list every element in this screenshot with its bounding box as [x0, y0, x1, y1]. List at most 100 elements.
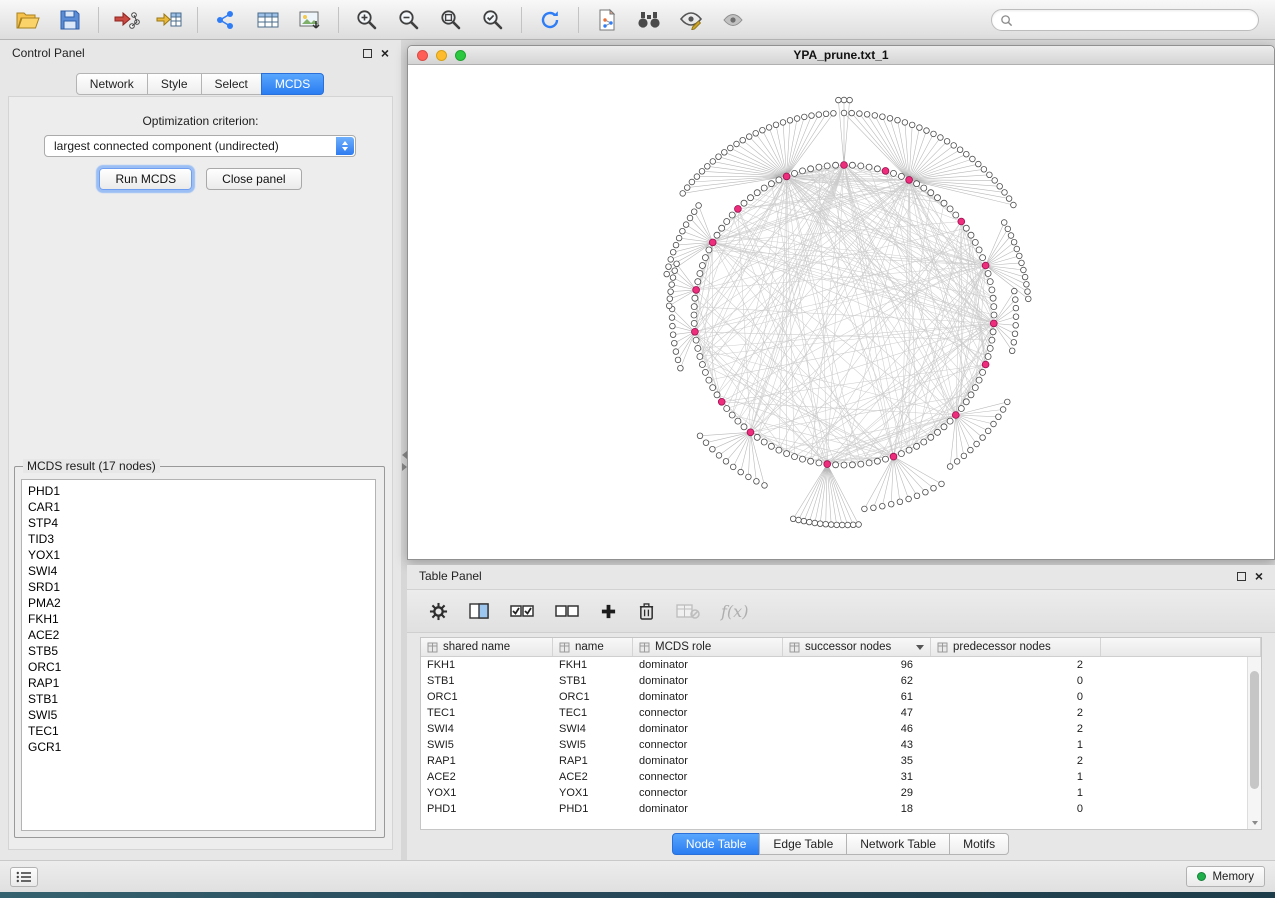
- column-header-name[interactable]: name: [553, 638, 633, 656]
- export-image-button[interactable]: [292, 5, 328, 35]
- tab-motifs[interactable]: Motifs: [949, 833, 1009, 855]
- table-cell[interactable]: SWI5: [553, 737, 633, 753]
- annotation-mode-button[interactable]: [673, 5, 709, 35]
- table-cell[interactable]: 2: [931, 705, 1101, 721]
- delete-column-button[interactable]: [638, 602, 655, 621]
- table-cell[interactable]: ACE2: [553, 769, 633, 785]
- table-cell[interactable]: RAP1: [421, 753, 553, 769]
- mcds-result-item[interactable]: FKH1: [28, 611, 369, 627]
- run-mcds-button[interactable]: Run MCDS: [99, 168, 192, 190]
- table-row[interactable]: FKH1FKH1dominator962: [421, 657, 1261, 673]
- window-close-button[interactable]: [417, 50, 428, 61]
- table-cell[interactable]: STB1: [553, 673, 633, 689]
- table-scrollbar[interactable]: [1247, 657, 1261, 829]
- tab-network[interactable]: Network: [76, 73, 148, 95]
- table-cell[interactable]: dominator: [633, 657, 783, 673]
- table-cell[interactable]: dominator: [633, 689, 783, 705]
- float-panel-icon[interactable]: [1237, 572, 1246, 581]
- tab-select[interactable]: Select: [201, 73, 262, 95]
- table-cell[interactable]: 18: [783, 801, 931, 817]
- collapse-left-icon[interactable]: [402, 451, 407, 459]
- network-window-titlebar[interactable]: YPA_prune.txt_1: [408, 46, 1274, 65]
- collapse-right-icon[interactable]: [402, 463, 407, 471]
- import-table-button[interactable]: [151, 5, 187, 35]
- table-cell[interactable]: 61: [783, 689, 931, 705]
- table-row[interactable]: STB1STB1dominator620: [421, 673, 1261, 689]
- table-cell[interactable]: 43: [783, 737, 931, 753]
- window-minimize-button[interactable]: [436, 50, 447, 61]
- table-cell[interactable]: 62: [783, 673, 931, 689]
- table-cell[interactable]: SWI5: [421, 737, 553, 753]
- table-cell[interactable]: SWI4: [421, 721, 553, 737]
- table-cell[interactable]: ORC1: [421, 689, 553, 705]
- tab-edge-table[interactable]: Edge Table: [759, 833, 847, 855]
- scrollbar-down-arrow[interactable]: [1248, 816, 1261, 829]
- open-button[interactable]: [10, 5, 46, 35]
- table-cell[interactable]: dominator: [633, 673, 783, 689]
- mcds-result-item[interactable]: STP4: [28, 515, 369, 531]
- table-cell[interactable]: dominator: [633, 753, 783, 769]
- table-cell[interactable]: connector: [633, 785, 783, 801]
- mcds-result-item[interactable]: STB5: [28, 643, 369, 659]
- mcds-result-item[interactable]: TID3: [28, 531, 369, 547]
- table-row[interactable]: SWI5SWI5connector431: [421, 737, 1261, 753]
- table-cell[interactable]: 2: [931, 753, 1101, 769]
- table-cell[interactable]: YOX1: [553, 785, 633, 801]
- close-panel-icon[interactable]: ×: [381, 48, 389, 58]
- table-cell[interactable]: RAP1: [553, 753, 633, 769]
- mcds-result-item[interactable]: SRD1: [28, 579, 369, 595]
- table-cell[interactable]: 96: [783, 657, 931, 673]
- table-cell[interactable]: 1: [931, 769, 1101, 785]
- mcds-result-list[interactable]: PHD1CAR1STP4TID3YOX1SWI4SRD1PMA2FKH1ACE2…: [21, 479, 376, 831]
- zoom-selected-button[interactable]: [475, 5, 511, 35]
- mcds-result-item[interactable]: ACE2: [28, 627, 369, 643]
- tab-style[interactable]: Style: [147, 73, 202, 95]
- table-cell[interactable]: 0: [931, 801, 1101, 817]
- table-settings-button[interactable]: [429, 602, 448, 621]
- mcds-result-item[interactable]: SWI4: [28, 563, 369, 579]
- zoom-fit-button[interactable]: [433, 5, 469, 35]
- search-input[interactable]: [1019, 13, 1250, 27]
- mcds-result-item[interactable]: STB1: [28, 691, 369, 707]
- table-cell[interactable]: dominator: [633, 721, 783, 737]
- table-row[interactable]: ORC1ORC1dominator610: [421, 689, 1261, 705]
- table-cell[interactable]: 31: [783, 769, 931, 785]
- table-cell[interactable]: connector: [633, 769, 783, 785]
- mcds-result-item[interactable]: PHD1: [28, 483, 369, 499]
- table-cell[interactable]: 2: [931, 657, 1101, 673]
- table-cell[interactable]: 0: [931, 689, 1101, 705]
- memory-button[interactable]: Memory: [1186, 866, 1265, 887]
- column-header-successor-nodes[interactable]: successor nodes: [783, 638, 931, 656]
- table-cell[interactable]: 2: [931, 721, 1101, 737]
- save-button[interactable]: [52, 5, 88, 35]
- mcds-result-item[interactable]: YOX1: [28, 547, 369, 563]
- table-cell[interactable]: FKH1: [421, 657, 553, 673]
- network-canvas[interactable]: [408, 65, 1274, 559]
- table-cell[interactable]: ACE2: [421, 769, 553, 785]
- new-network-button[interactable]: [208, 5, 244, 35]
- table-cell[interactable]: TEC1: [421, 705, 553, 721]
- mcds-result-item[interactable]: CAR1: [28, 499, 369, 515]
- table-cell[interactable]: STB1: [421, 673, 553, 689]
- tab-network-table[interactable]: Network Table: [846, 833, 950, 855]
- column-header-predecessor-nodes[interactable]: predecessor nodes: [931, 638, 1101, 656]
- criterion-dropdown[interactable]: largest connected component (undirected): [44, 135, 356, 157]
- task-history-button[interactable]: [10, 867, 38, 887]
- table-cell[interactable]: dominator: [633, 801, 783, 817]
- tab-mcds[interactable]: MCDS: [261, 73, 324, 95]
- table-row[interactable]: ACE2ACE2connector311: [421, 769, 1261, 785]
- table-cell[interactable]: SWI4: [553, 721, 633, 737]
- refresh-button[interactable]: [532, 5, 568, 35]
- zoom-out-button[interactable]: [391, 5, 427, 35]
- table-row[interactable]: TEC1TEC1connector472: [421, 705, 1261, 721]
- column-header-shared-name[interactable]: shared name: [421, 638, 553, 656]
- zoom-in-button[interactable]: [349, 5, 385, 35]
- show-columns-button[interactable]: [469, 602, 489, 620]
- table-cell[interactable]: FKH1: [553, 657, 633, 673]
- table-row[interactable]: PHD1PHD1dominator180: [421, 801, 1261, 817]
- table-cell[interactable]: connector: [633, 737, 783, 753]
- table-row[interactable]: RAP1RAP1dominator352: [421, 753, 1261, 769]
- table-cell[interactable]: ORC1: [553, 689, 633, 705]
- table-cell[interactable]: 46: [783, 721, 931, 737]
- table-row[interactable]: SWI4SWI4dominator462: [421, 721, 1261, 737]
